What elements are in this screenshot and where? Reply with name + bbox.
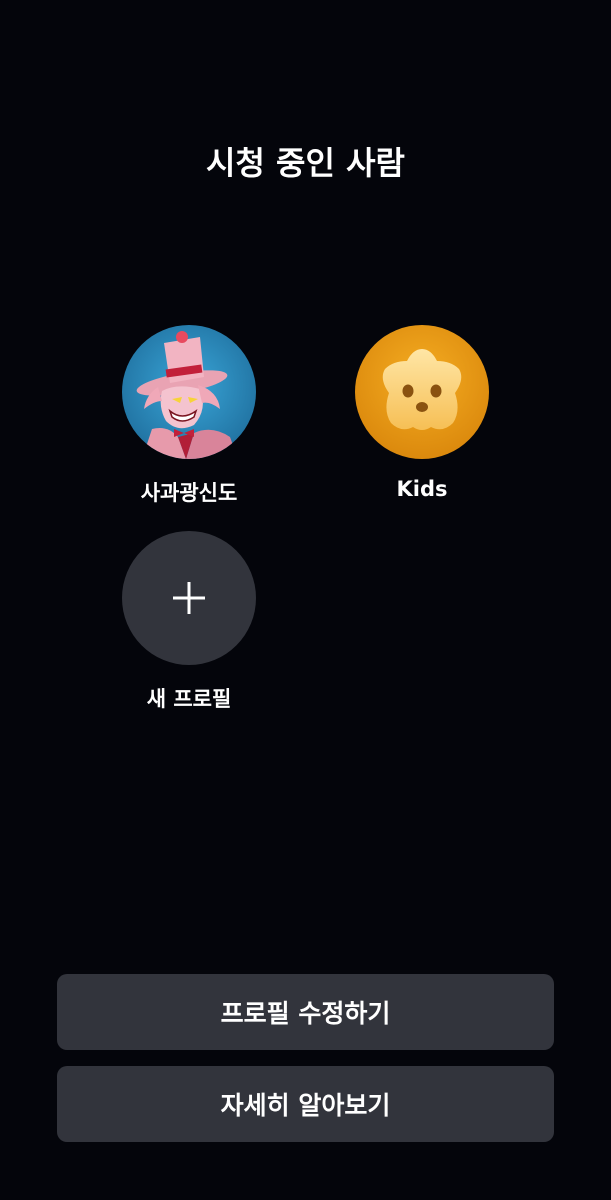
add-profile-tile[interactable]: 새 프로필 — [109, 531, 269, 713]
learn-more-button[interactable]: 자세히 알아보기 — [57, 1066, 554, 1142]
add-profile-label: 새 프로필 — [146, 687, 232, 711]
add-profile-button[interactable] — [122, 531, 256, 665]
profile-name-user: 사과광신도 — [140, 481, 238, 505]
profile-name-kids: Kids — [396, 477, 448, 501]
profile-tile-user[interactable]: 사과광신도 — [109, 325, 269, 507]
page-title: 시청 중인 사람 — [206, 144, 405, 182]
character-avatar-icon[interactable] — [122, 325, 256, 459]
plus-icon — [173, 582, 205, 614]
edit-profiles-button[interactable]: 프로필 수정하기 — [57, 974, 554, 1050]
kids-star-face-icon[interactable] — [355, 325, 489, 459]
profile-tile-kids[interactable]: Kids — [342, 325, 502, 501]
